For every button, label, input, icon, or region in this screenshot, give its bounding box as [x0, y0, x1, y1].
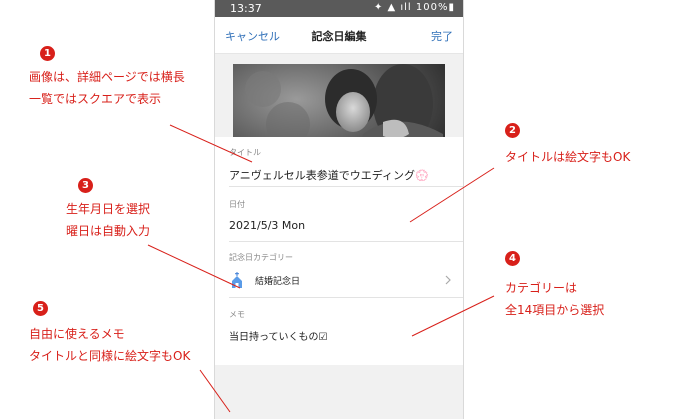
annotation-number-3: 3 — [78, 178, 93, 193]
leader-line-2 — [409, 167, 495, 223]
leader-line-5 — [199, 369, 231, 413]
annotation-number-4: 4 — [505, 251, 520, 266]
annotation-text: 画像は、詳細ページでは横長 — [29, 70, 185, 84]
annotation-text: 曜日は自動入力 — [66, 224, 151, 238]
annotation-number-1: 1 — [40, 46, 55, 61]
annotation-number-2: 2 — [505, 123, 520, 138]
annotation-number-5: 5 — [33, 301, 48, 316]
annotation-text: タイトルは絵文字もOK — [505, 150, 631, 164]
annotation-text: タイトルと同様に絵文字もOK — [29, 349, 191, 363]
annotation-note-4: カテゴリーは 全14項目から選択 — [505, 277, 604, 321]
annotation-note-1: 画像は、詳細ページでは横長 一覧ではスクエアで表示 — [29, 66, 185, 110]
annotation-text: カテゴリーは — [505, 281, 578, 295]
leader-line-1 — [169, 124, 253, 163]
annotation-text: 生年月日を選択 — [66, 202, 151, 216]
annotation-note-2: タイトルは絵文字もOK — [505, 146, 630, 168]
annotation-note-3: 生年月日を選択 曜日は自動入力 — [66, 198, 150, 242]
leader-line-4 — [411, 295, 495, 337]
leader-line-3 — [147, 244, 241, 289]
annotation-text: 全14項目から選択 — [505, 303, 605, 317]
annotation-text: 自由に使えるメモ — [29, 327, 125, 341]
annotation-note-5: 自由に使えるメモ タイトルと同様に絵文字もOK — [29, 323, 190, 367]
annotation-text: 一覧ではスクエアで表示 — [29, 92, 162, 106]
